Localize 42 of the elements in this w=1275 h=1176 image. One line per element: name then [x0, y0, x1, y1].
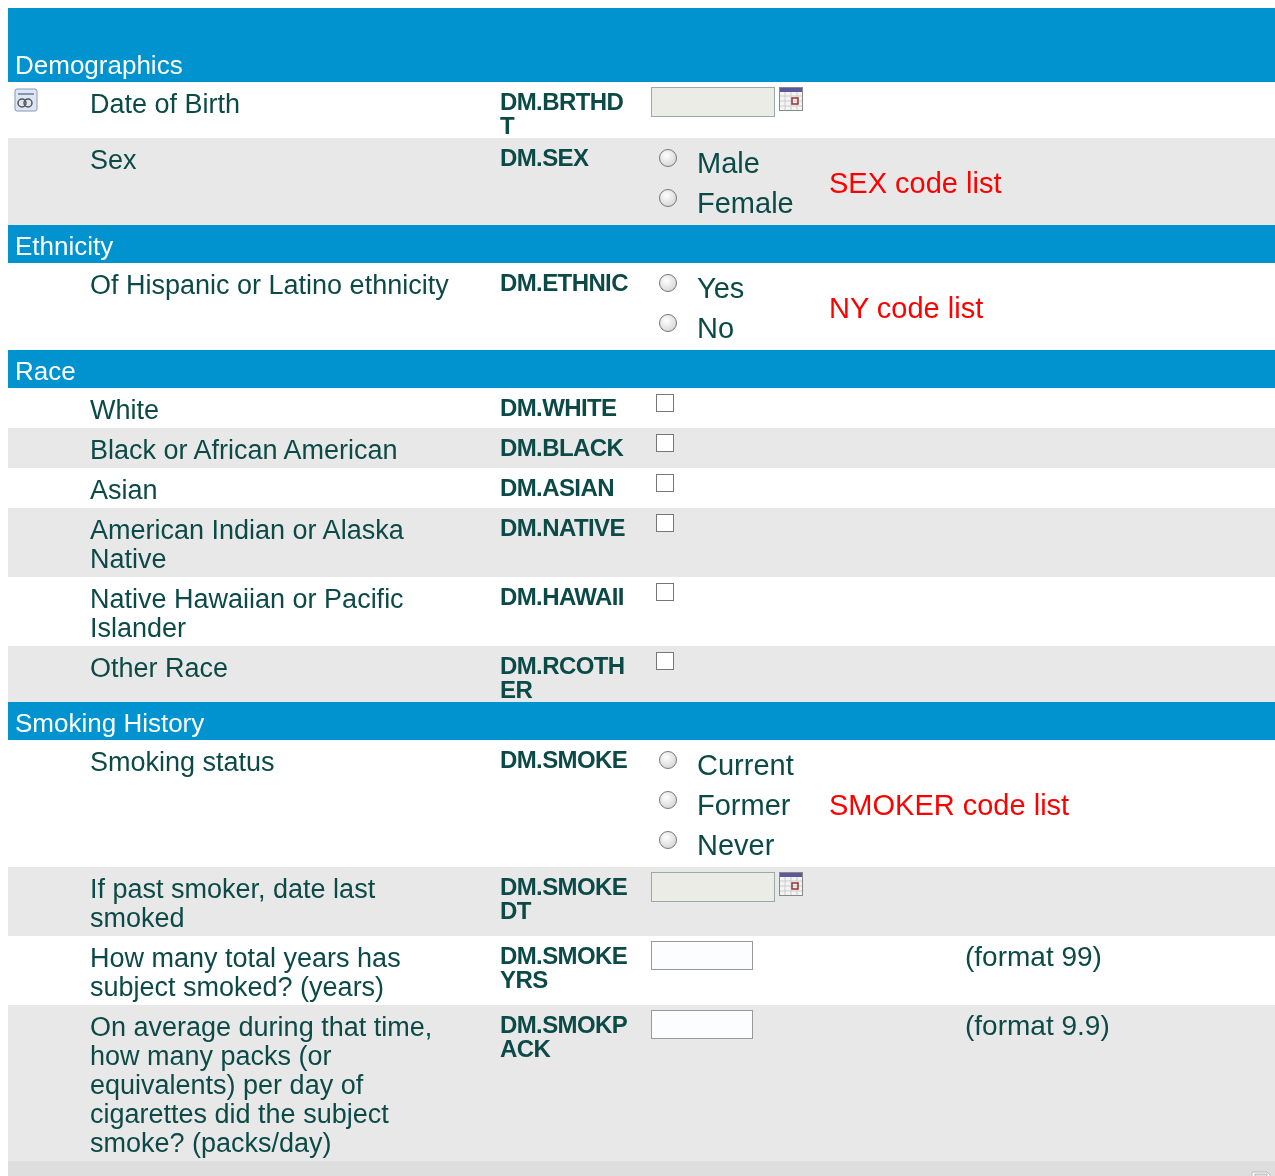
section-header: Ethnicity — [8, 225, 1275, 263]
field-label: Native Hawaiian or Pacific Islander — [89, 583, 405, 645]
radio-option[interactable]: Male — [659, 143, 819, 183]
radio-option[interactable]: No — [659, 308, 819, 348]
code-list-note: NY code list — [829, 291, 984, 325]
section-header: Race — [8, 350, 1275, 388]
radio-option[interactable]: Yes — [659, 268, 819, 308]
field-label: Of Hispanic or Latino ethnicity — [89, 269, 450, 302]
variable-name: DM.ETHNIC — [500, 271, 629, 295]
field-label: Smoking status — [89, 746, 276, 779]
variable-name: DM.SMOKEYRS — [500, 944, 629, 992]
variable-name: DM.HAWAII — [500, 585, 625, 609]
variable-name: DM.BLACK — [500, 436, 625, 460]
radio-option[interactable]: Current — [659, 745, 819, 785]
radio-option[interactable]: Never — [659, 825, 819, 865]
format-note: (format 99) — [965, 941, 1102, 974]
field-label: Other Race — [89, 652, 230, 685]
field-label: Black or African American — [89, 434, 399, 467]
format-note: (format 9.9) — [965, 1010, 1110, 1043]
code-list-note: SMOKER code list — [829, 788, 1070, 822]
radio-option[interactable]: Female — [659, 183, 819, 223]
field-label: American Indian or Alaska Native — [89, 514, 405, 576]
field-label: Asian — [89, 474, 159, 507]
section-header: Demographics — [8, 8, 1275, 82]
variable-name: DM.SMOKE — [500, 748, 629, 772]
field-label: Sex — [89, 144, 138, 177]
field-label: How many total years has subject smoked? (years) — [89, 942, 402, 1004]
variable-name: DM.RCOTHER — [500, 654, 626, 702]
field-label: Date of Birth — [89, 88, 242, 121]
variable-name: DM.ASIAN — [500, 476, 615, 500]
variable-name: DM.WHITE — [500, 396, 618, 420]
radio-option[interactable]: Former — [659, 785, 819, 825]
variable-name: DM.SMOKPACK — [500, 1013, 629, 1061]
variable-name: DM.SEX — [500, 146, 590, 170]
variable-name: DM.NATIVE — [500, 516, 626, 540]
variable-name: DM.SMOKEDT — [500, 875, 629, 923]
field-label: On average during that time, how many packs (or equivalents) per day of cigarettes did the subject smoke? (packs/day) — [89, 1011, 434, 1160]
section-header: Smoking History — [8, 702, 1275, 740]
code-list-note: SEX code list — [829, 166, 1002, 200]
field-label: White — [89, 394, 161, 427]
field-label: If past smoker, date last smoked — [89, 873, 377, 935]
variable-name: DM.BRTHDT — [500, 90, 625, 138]
